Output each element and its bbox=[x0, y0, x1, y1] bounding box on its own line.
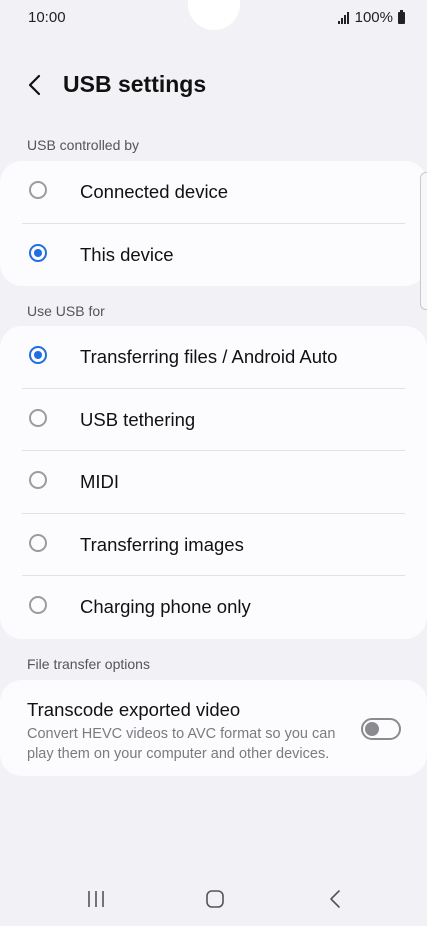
option-this-device[interactable]: This device bbox=[0, 224, 427, 287]
section-label-file-transfer-options: File transfer options bbox=[27, 656, 150, 672]
option-label: MIDI bbox=[80, 471, 120, 492]
radio-button[interactable] bbox=[29, 596, 47, 614]
radio-button[interactable] bbox=[29, 408, 47, 427]
usb-controlled-by-card: Connected device This device bbox=[0, 161, 427, 286]
option-label: Connected device bbox=[80, 181, 229, 202]
transcode-toggle-switch[interactable] bbox=[361, 718, 401, 740]
app-bar: USB settings bbox=[0, 62, 427, 108]
transcode-title: Transcode exported video bbox=[27, 699, 241, 720]
transcode-description: Convert HEVC videos to AVC format so you… bbox=[27, 726, 336, 762]
home-icon[interactable] bbox=[195, 886, 235, 912]
option-label: USB tethering bbox=[80, 408, 196, 430]
radio-button-selected[interactable] bbox=[29, 346, 47, 364]
option-transferring-files[interactable]: Transferring files / Android Auto bbox=[0, 326, 427, 389]
section-label-use-usb-for: Use USB for bbox=[27, 303, 105, 319]
status-indicators: 100% bbox=[337, 9, 405, 26]
camera-notch bbox=[188, 0, 240, 30]
battery-percent: 100% bbox=[354, 9, 393, 26]
radio-button[interactable] bbox=[29, 533, 47, 552]
status-time: 10:00 bbox=[28, 9, 66, 26]
recents-icon[interactable] bbox=[76, 886, 116, 912]
radio-button[interactable] bbox=[29, 471, 47, 489]
battery-icon bbox=[398, 9, 405, 24]
radio-button[interactable] bbox=[29, 181, 47, 199]
radio-button-selected[interactable] bbox=[29, 243, 47, 262]
status-bar: 10:00 100% bbox=[0, 0, 427, 34]
signal-icon bbox=[337, 11, 349, 24]
toggle-knob bbox=[365, 722, 379, 736]
back-icon[interactable] bbox=[316, 886, 356, 912]
option-label: Charging phone only bbox=[80, 596, 251, 617]
page-title: USB settings bbox=[63, 71, 207, 97]
system-navigation-bar bbox=[0, 872, 427, 926]
option-transferring-images[interactable]: Transferring images bbox=[0, 514, 427, 576]
section-label-usb-controlled-by: USB controlled by bbox=[27, 137, 140, 153]
option-connected-device[interactable]: Connected device bbox=[0, 161, 427, 224]
option-charging-phone-only[interactable]: Charging phone only bbox=[0, 576, 427, 639]
option-label: Transferring files / Android Auto bbox=[80, 346, 338, 367]
use-usb-for-card: Transferring files / Android Auto USB te… bbox=[0, 326, 427, 639]
option-usb-tethering[interactable]: USB tethering bbox=[0, 389, 427, 451]
option-label: Transferring images bbox=[80, 533, 244, 555]
option-midi[interactable]: MIDI bbox=[0, 451, 427, 514]
option-label: This device bbox=[80, 243, 174, 265]
scroll-indicator[interactable] bbox=[420, 172, 427, 310]
back-arrow-icon[interactable] bbox=[22, 70, 48, 100]
